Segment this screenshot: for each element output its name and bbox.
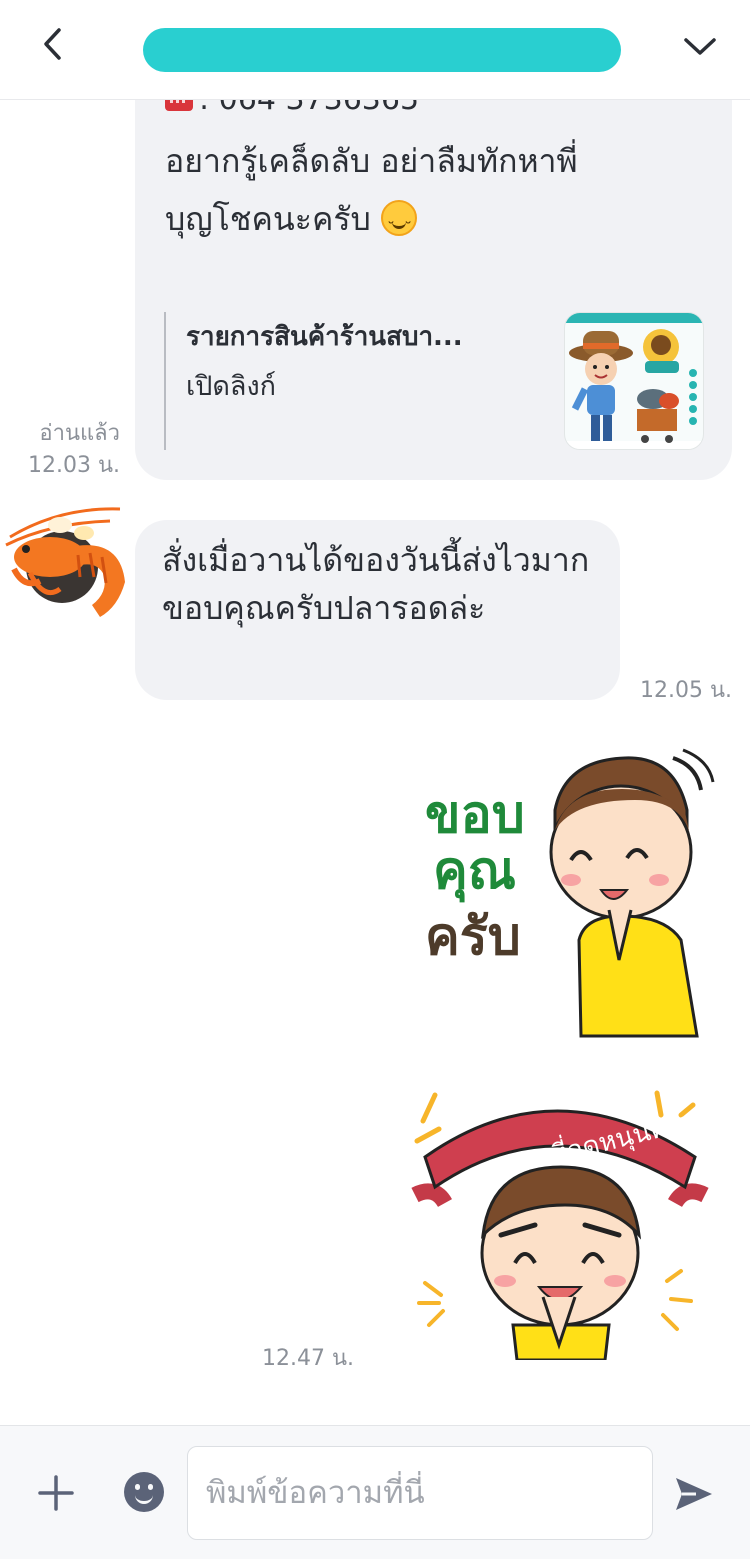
message-bubble-incoming[interactable]: สั่งเมื่อวานได้ของวันนี้ส่งไวมากขอบคุณคร… — [135, 520, 620, 700]
phone-number: : 064 3736365 — [199, 100, 419, 117]
chevron-down-icon — [684, 38, 716, 55]
message-text: สั่งเมื่อวานได้ของวันนี้ส่งไวมากขอบคุณคร… — [162, 541, 590, 627]
shop-mascot-image — [565, 313, 703, 449]
message-input[interactable] — [187, 1446, 653, 1540]
message-text-line: บุญโชคนะครับ — [165, 190, 705, 258]
chat-header — [0, 0, 750, 100]
emoji-icon[interactable] — [124, 1472, 164, 1512]
send-icon — [676, 1478, 712, 1510]
sticker-text: ขอบ — [425, 785, 525, 845]
back-button[interactable] — [30, 22, 74, 66]
chevron-left-icon — [44, 28, 61, 60]
open-link-label[interactable]: เปิดลิงก์ — [186, 364, 276, 407]
message-input-bar — [0, 1425, 750, 1559]
shrimp-icon — [5, 507, 125, 617]
message-time: 12.05 น. — [639, 678, 732, 703]
chat-title[interactable] — [143, 28, 621, 72]
plus-button[interactable] — [34, 1471, 78, 1515]
message-time: 12.47 น. — [262, 1346, 355, 1371]
link-preview-thumbnail[interactable] — [564, 312, 704, 450]
chat-menu-button[interactable] — [678, 24, 722, 68]
message-time: 12.03 น. — [27, 453, 120, 478]
read-status: อ่านแล้ว — [39, 421, 120, 446]
message-text-line: อยากรู้เคล็ดลับ อย่าลืมทักหาพี่ — [165, 142, 578, 180]
send-button[interactable] — [672, 1472, 716, 1516]
message-bubble-outgoing[interactable]: : 064 3736365 อยากรู้เคล็ดลับ อย่าลืมทัก… — [135, 100, 732, 480]
message-text-fragment: บุญโชคนะครับ — [165, 200, 371, 238]
smiling-face-icon — [381, 200, 418, 258]
sticker-boy-banner-image: ขอบคุณที่อุดหนุนครับ — [411, 1090, 709, 1362]
message-text: อยากรู้เคล็ดลับ อย่าลืมทักหาพี่ บุญโชคนะ… — [165, 132, 705, 258]
sticker-thank-you[interactable]: ขอบ คุณ ครับ — [405, 740, 715, 1038]
sticker-text: คุณ — [433, 841, 516, 903]
message-meta: อ่านแล้ว 12.03 น. — [10, 418, 120, 482]
sticker-boy-thanks-image: ขอบ คุณ ครับ — [425, 748, 715, 1038]
telephone-icon — [165, 100, 193, 111]
plus-icon — [38, 1475, 74, 1511]
link-preview-title[interactable]: รายการสินค้าร้านสบา... — [186, 316, 536, 357]
sticker-text: ครับ — [425, 907, 521, 967]
phone-line: : 064 3736365 — [165, 100, 419, 117]
link-preview[interactable]: รายการสินค้าร้านสบา... เปิดลิงก์ — [164, 312, 704, 450]
sticker-thank-you-for-support[interactable]: ขอบคุณที่อุดหนุนครับ — [405, 1075, 715, 1362]
message-list[interactable]: : 064 3736365 อยากรู้เคล็ดลับ อย่าลืมทัก… — [0, 100, 750, 1425]
contact-avatar[interactable] — [0, 497, 135, 622]
